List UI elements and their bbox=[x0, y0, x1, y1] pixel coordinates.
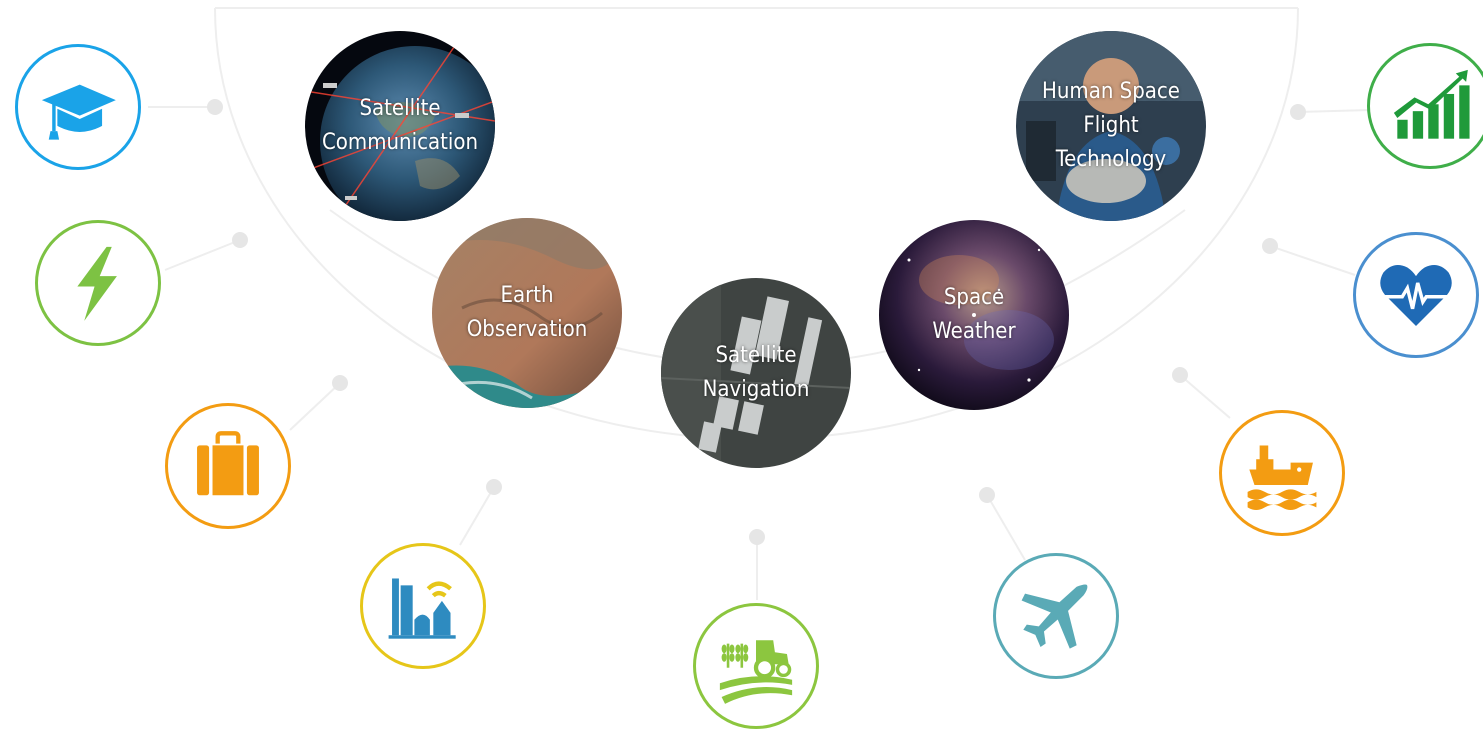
topic-label: Space Weather bbox=[932, 284, 1016, 344]
topic-label: Earth Observation bbox=[466, 282, 588, 342]
sector-maritime[interactable] bbox=[1219, 410, 1345, 536]
topic-satellite-navigation[interactable]: Satellite Navigation bbox=[661, 278, 851, 468]
topic-label: Satellite Navigation bbox=[702, 342, 810, 402]
topic-label: Satellite Communication bbox=[321, 95, 478, 155]
sector-smart-cities[interactable] bbox=[360, 543, 486, 669]
sector-agriculture[interactable] bbox=[693, 603, 819, 729]
sector-health[interactable] bbox=[1353, 232, 1479, 358]
airplane-icon bbox=[1021, 584, 1088, 649]
topic-satellite-communication[interactable]: Satellite Communication bbox=[305, 31, 495, 221]
agriculture-tractor-icon bbox=[719, 640, 793, 704]
topic-human-space-flight[interactable]: Human Space Flight Technology bbox=[1016, 31, 1206, 221]
sector-aviation[interactable] bbox=[993, 553, 1119, 679]
smart-city-icon bbox=[388, 578, 456, 639]
graduation-cap-icon bbox=[41, 84, 116, 140]
sector-education[interactable] bbox=[15, 44, 141, 170]
sector-business[interactable] bbox=[1367, 43, 1483, 169]
topic-space-weather[interactable]: Space Weather bbox=[879, 220, 1069, 410]
lightning-bolt-icon bbox=[77, 246, 117, 321]
sector-energy[interactable] bbox=[35, 220, 161, 346]
heart-pulse-icon bbox=[1380, 264, 1452, 326]
topic-label: Human Space Flight Technology bbox=[1041, 78, 1180, 173]
suitcase-icon bbox=[197, 431, 259, 496]
growth-chart-icon bbox=[1393, 69, 1470, 139]
topic-earth-observation[interactable]: Earth Observation bbox=[432, 218, 622, 408]
ship-icon bbox=[1247, 445, 1317, 510]
sector-tourism[interactable] bbox=[165, 403, 291, 529]
